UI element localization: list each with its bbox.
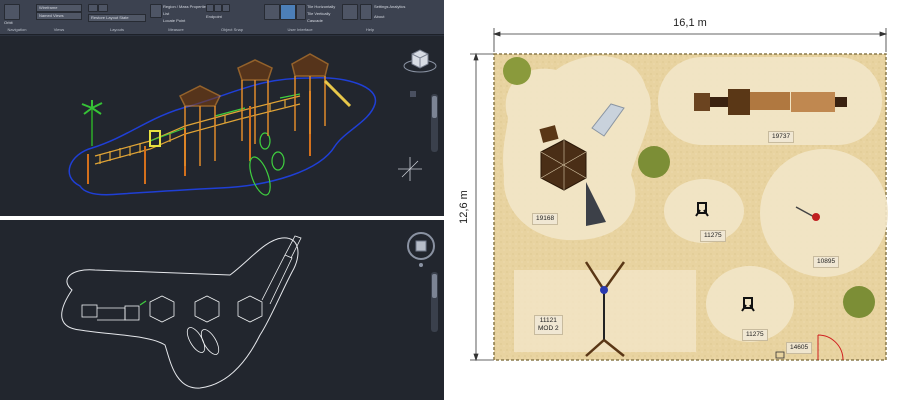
object-snap-group-label: Object Snap — [220, 27, 243, 32]
tile-vertically-button[interactable]: Tile Vertically — [307, 11, 330, 16]
navigation-group-label: Navigation — [7, 27, 27, 32]
height-dimension-line — [470, 52, 494, 362]
cascade-button[interactable]: Cascade — [307, 18, 323, 23]
midpoint-snap-icon[interactable] — [214, 4, 222, 12]
bush-1 — [503, 57, 531, 85]
layout-state-value: Restore Layout State — [91, 15, 129, 20]
about-button[interactable]: About — [374, 14, 384, 19]
cad-application: Orbit Navigation Wireframe Named Views V… — [0, 0, 444, 400]
endpoint-snap-icon[interactable] — [206, 4, 214, 12]
orbit-label: Orbit — [4, 20, 13, 25]
green-marker — [139, 300, 147, 306]
plan-structures — [81, 235, 302, 355]
scrollbar-thumb[interactable] — [432, 274, 437, 298]
ribbon-group-measure: Region / Mass Properties List Locate Poi… — [150, 2, 208, 32]
viewport-2d[interactable] — [0, 220, 444, 400]
named-views-value: Named Views — [39, 13, 64, 18]
ribbon-group-navigation: Orbit Navigation — [2, 2, 32, 32]
compass-navigation[interactable] — [407, 232, 435, 267]
item-label-19737: 19737 — [768, 131, 795, 143]
zone-boundary — [68, 77, 377, 196]
layout-tabs-button[interactable] — [296, 4, 306, 20]
tile-horizontally-button[interactable]: Tile Horizontally — [307, 4, 335, 9]
item-model-label: MOD 2 — [538, 325, 559, 332]
bush-2 — [638, 146, 670, 178]
ribbon-group-user-interface: Tile Horizontally Tile Vertically Cascad… — [262, 2, 338, 32]
viewport-3d[interactable] — [0, 36, 444, 216]
undo-icon[interactable] — [88, 4, 98, 12]
model-2d-drawing — [61, 232, 435, 389]
width-dimension-label: 16,1 m — [673, 17, 707, 29]
viewport-2d-scrollbar[interactable] — [431, 272, 438, 332]
orbit-button[interactable] — [4, 4, 20, 20]
redo-icon[interactable] — [98, 4, 108, 12]
layout-state-dropdown[interactable]: Restore Layout State — [88, 14, 146, 22]
viewport-3d-scrollbar[interactable] — [431, 94, 438, 152]
site-plan-panel: 16,1 m 12,6 m 19168 19737 11275 10895 11… — [446, 0, 900, 400]
interface-icon[interactable] — [342, 4, 358, 20]
item-label-11275-a: 11275 — [700, 230, 726, 242]
region-mass-properties-button[interactable]: Region / Mass Properties — [163, 4, 208, 9]
height-dimension-label: 12,6 m — [458, 190, 470, 224]
views-group-label: Views — [53, 27, 65, 32]
palm-tree-model — [81, 100, 103, 146]
site-plan-drawing: 16,1 m 12,6 m — [458, 17, 888, 362]
ribbon-group-layouts: Restore Layout State Layouts — [86, 2, 148, 32]
visual-style-dropdown[interactable]: Wireframe — [36, 4, 82, 12]
ucs-icon — [398, 157, 422, 181]
item-label-11275-b: 11275 — [742, 329, 768, 341]
item-code-11121: 11121 — [539, 317, 557, 324]
layouts-group-label: Layouts — [109, 27, 124, 32]
help-group-label: Help — [365, 27, 375, 32]
model-3d-drawing — [68, 49, 437, 196]
nav-pan-icon[interactable] — [410, 91, 416, 97]
measure-icon[interactable] — [150, 4, 162, 18]
ribbon-toolbar: Orbit Navigation Wireframe Named Views V… — [0, 0, 444, 35]
item-label-19168: 19168 — [532, 213, 559, 225]
switch-windows-button[interactable] — [264, 4, 280, 20]
item-label-14605: 14605 — [786, 342, 813, 354]
list-button[interactable]: List — [163, 11, 169, 16]
item-label-10895: 10895 — [813, 256, 840, 268]
named-views-dropdown[interactable]: Named Views — [36, 12, 82, 20]
ribbon-group-help: Settings Analytics About Help — [340, 2, 405, 32]
ribbon-group-object-snap: Endpoint Object Snap — [204, 2, 260, 32]
visual-style-value: Wireframe — [39, 5, 58, 10]
measure-group-label: Measure — [168, 27, 184, 32]
width-dimension-line — [492, 28, 888, 52]
help-question-icon[interactable] — [360, 4, 372, 20]
locate-point-button[interactable]: Locate Point — [163, 18, 185, 23]
file-tabs-button[interactable] — [280, 4, 296, 20]
user-interface-group-label: User Interface — [287, 27, 313, 32]
center-snap-icon[interactable] — [222, 4, 230, 12]
settings-analytics-button[interactable]: Settings Analytics — [374, 4, 405, 9]
endpoint-label: Endpoint — [206, 14, 222, 19]
scrollbar-thumb[interactable] — [432, 96, 437, 118]
item-label-11121: 11121 MOD 2 — [534, 315, 563, 335]
bush-3 — [843, 286, 875, 318]
view-cube[interactable] — [403, 49, 437, 73]
ribbon-group-views: Wireframe Named Views Views — [34, 2, 84, 32]
